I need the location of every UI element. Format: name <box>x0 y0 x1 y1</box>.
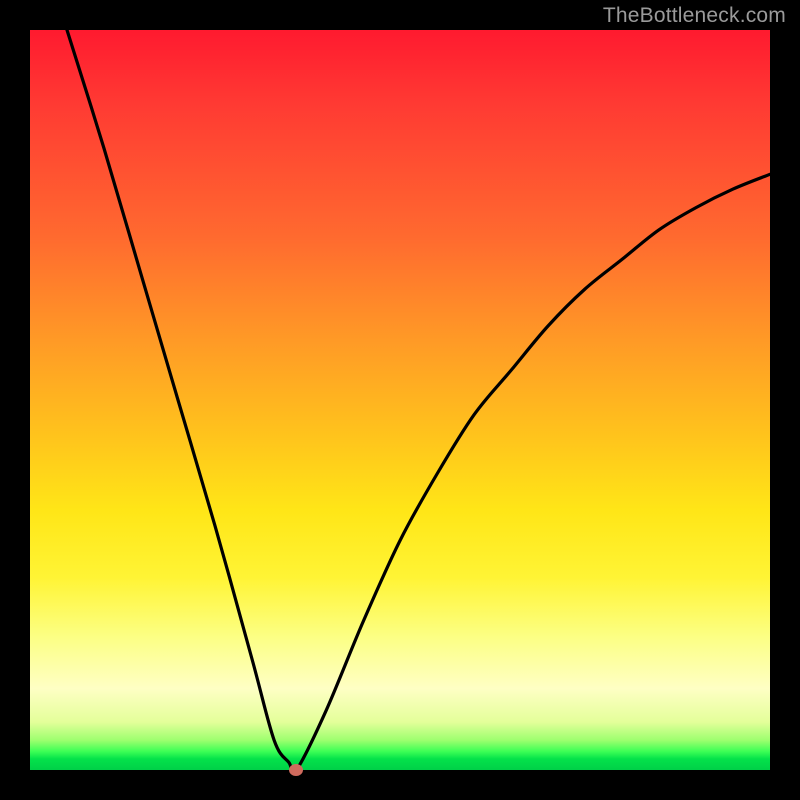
watermark-text: TheBottleneck.com <box>603 4 786 28</box>
plot-area <box>30 30 770 770</box>
bottleneck-curve <box>30 30 770 770</box>
chart-frame: TheBottleneck.com <box>0 0 800 800</box>
minimum-marker-dot <box>289 764 303 776</box>
